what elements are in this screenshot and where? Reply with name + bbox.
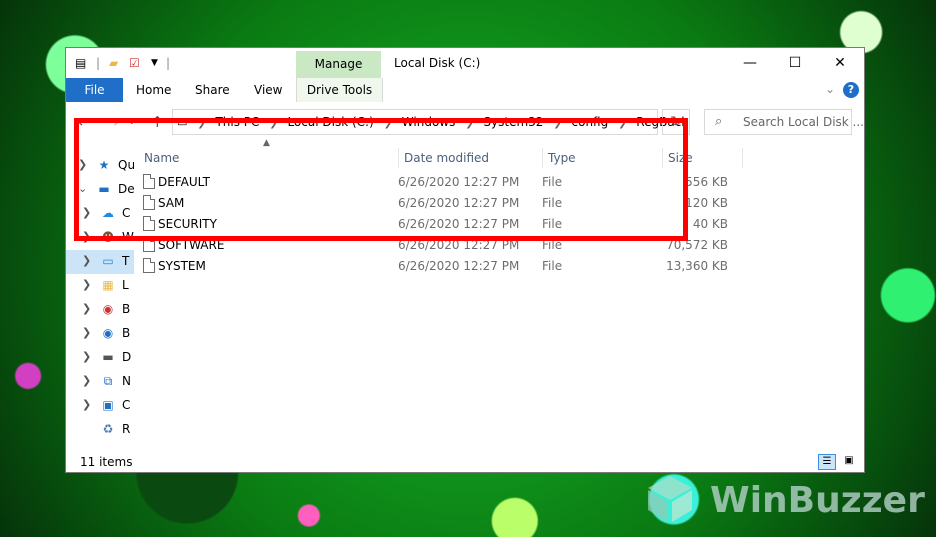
separator: | xyxy=(96,56,101,70)
search-placeholder: Search Local Disk ... xyxy=(743,115,864,129)
drive-icon: ◉ xyxy=(102,326,114,340)
control-panel-icon: ▣ xyxy=(102,398,114,412)
nav-item-label: L xyxy=(122,278,129,292)
chevron-right-icon[interactable]: ❯ xyxy=(82,254,91,267)
nav-item-label: B xyxy=(122,326,131,340)
nav-item-libraries[interactable]: ❯ ▦ L xyxy=(66,274,134,298)
nav-item-this-pc[interactable]: ❯ ▭ T xyxy=(66,250,134,274)
chevron-right-icon[interactable]: ❯ xyxy=(82,350,91,363)
minimize-button[interactable]: — xyxy=(728,52,772,74)
network-icon: ⧉ xyxy=(103,374,113,388)
details-view-icon[interactable]: ☰ xyxy=(818,454,836,470)
tab-manage[interactable]: Manage xyxy=(296,51,381,78)
nav-item-control-panel[interactable]: ❯ ▣ C xyxy=(66,394,134,418)
file-date: 6/26/2020 12:27 PM xyxy=(398,259,520,273)
highlight-box xyxy=(74,118,688,241)
file-name: SYSTEM xyxy=(158,259,206,273)
chevron-right-icon[interactable]: ❯ xyxy=(82,278,91,291)
large-icons-view-icon[interactable]: ▣ xyxy=(840,454,858,470)
close-button[interactable]: ✕ xyxy=(818,52,862,74)
tab-home[interactable]: Home xyxy=(136,78,171,102)
nav-item-drive-b1[interactable]: ❯ ◉ B xyxy=(66,298,134,322)
libraries-icon: ▦ xyxy=(102,278,114,292)
file-size: 13,360 KB xyxy=(666,259,728,273)
file-type: File xyxy=(542,259,563,273)
nav-item-recycle-bin[interactable]: ♻ R xyxy=(66,418,134,442)
chevron-right-icon[interactable]: ❯ xyxy=(82,302,91,315)
recycle-bin-icon: ♻ xyxy=(102,422,114,436)
separator: | xyxy=(166,56,171,70)
tab-view[interactable]: View xyxy=(254,78,282,102)
dropdown-icon[interactable]: ▼ xyxy=(151,56,158,70)
nav-item-label: T xyxy=(122,254,130,268)
nav-item-drive-b2[interactable]: ❯ ◉ B xyxy=(66,322,134,346)
nav-item-label: C xyxy=(122,398,131,412)
disk-icon: ▬ xyxy=(102,350,114,364)
nav-item-label: R xyxy=(122,422,131,436)
expand-ribbon-icon[interactable]: ⌄ xyxy=(825,82,835,96)
title-bar: ▤ | ▰ ☑ ▼ | Manage Local Disk (C:) — ☐ ✕ xyxy=(66,48,864,78)
drive-icon: ◉ xyxy=(102,302,114,316)
file-explorer-window: ▤ | ▰ ☑ ▼ | Manage Local Disk (C:) — ☐ ✕… xyxy=(65,47,865,473)
nav-item-disk[interactable]: ❯ ▬ D xyxy=(66,346,134,370)
search-icon: ⌕ xyxy=(715,114,723,129)
item-count: 11 items xyxy=(80,455,133,469)
status-bar: 11 items ☰ ▣ xyxy=(66,452,864,472)
folder-icon[interactable]: ▰ xyxy=(109,56,118,70)
this-pc-icon: ▭ xyxy=(102,254,114,268)
tab-drive-tools[interactable]: Drive Tools xyxy=(296,78,383,102)
nav-item-label: N xyxy=(122,374,131,388)
chevron-right-icon[interactable]: ❯ xyxy=(82,374,91,387)
winbuzzer-logo-icon xyxy=(648,476,692,522)
chevron-right-icon[interactable]: ❯ xyxy=(82,326,91,339)
checkmark-icon[interactable]: ☑ xyxy=(129,56,140,70)
file-row[interactable]: SYSTEM 6/26/2020 12:27 PM File 13,360 KB xyxy=(136,256,736,277)
tab-file[interactable]: File xyxy=(66,78,123,102)
chevron-right-icon[interactable]: ❯ xyxy=(82,398,91,411)
tab-share[interactable]: Share xyxy=(195,78,230,102)
nav-item-label: B xyxy=(122,302,131,316)
help-button[interactable]: ? xyxy=(843,82,859,98)
search-input[interactable]: ⌕ Search Local Disk ... xyxy=(704,109,864,135)
maximize-button[interactable]: ☐ xyxy=(773,52,817,74)
column-divider[interactable] xyxy=(742,148,743,168)
ribbon: File Home Share View Drive Tools ⌄ ? xyxy=(66,78,864,102)
watermark-text: WinBuzzer xyxy=(710,480,925,521)
nav-item-network[interactable]: ❯ ⧉ N xyxy=(66,370,134,394)
file-icon xyxy=(143,258,155,273)
nav-item-label: D xyxy=(122,350,132,364)
window-title: Local Disk (C:) xyxy=(394,56,481,70)
properties-icon[interactable]: ▤ xyxy=(75,56,86,70)
